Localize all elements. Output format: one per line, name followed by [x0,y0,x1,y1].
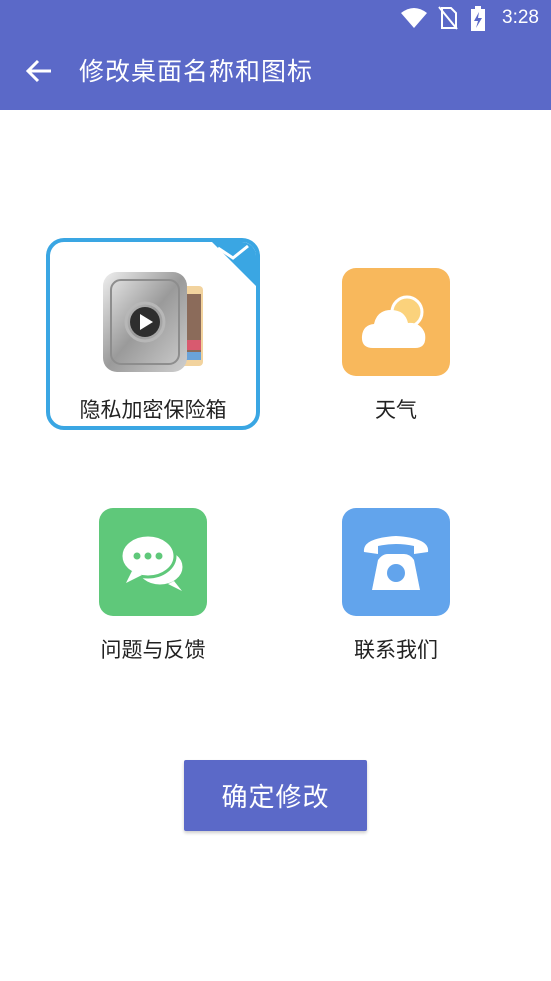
option-vault[interactable]: 隐私加密保险箱 [46,238,260,430]
arrow-back-icon [25,58,53,88]
page-title: 修改桌面名称和图标 [79,57,314,86]
option-contact[interactable]: 联系我们 [289,478,503,670]
battery-charging-icon [470,6,486,36]
option-feedback[interactable]: 问题与反馈 [46,478,260,670]
telephone-icon [342,508,450,616]
no-sim-icon [438,6,458,34]
option-label: 隐私加密保险箱 [79,398,227,422]
option-label: 天气 [375,398,417,422]
check-icon [216,244,250,266]
cloud-icon [342,268,450,376]
option-label: 问题与反馈 [100,638,206,662]
option-label: 联系我们 [354,638,438,662]
status-bar: 3:28 [0,0,551,38]
confirm-button[interactable]: 确定修改 [184,760,367,831]
option-weather[interactable]: 天气 [289,238,503,430]
status-time: 3:28 [502,7,539,28]
chat-bubbles-icon [99,508,207,616]
back-button[interactable] [20,56,58,90]
app-bar: 3:28 修改桌面名称和图标 [0,0,551,110]
wifi-icon [400,6,428,34]
vault-icon [99,268,207,376]
